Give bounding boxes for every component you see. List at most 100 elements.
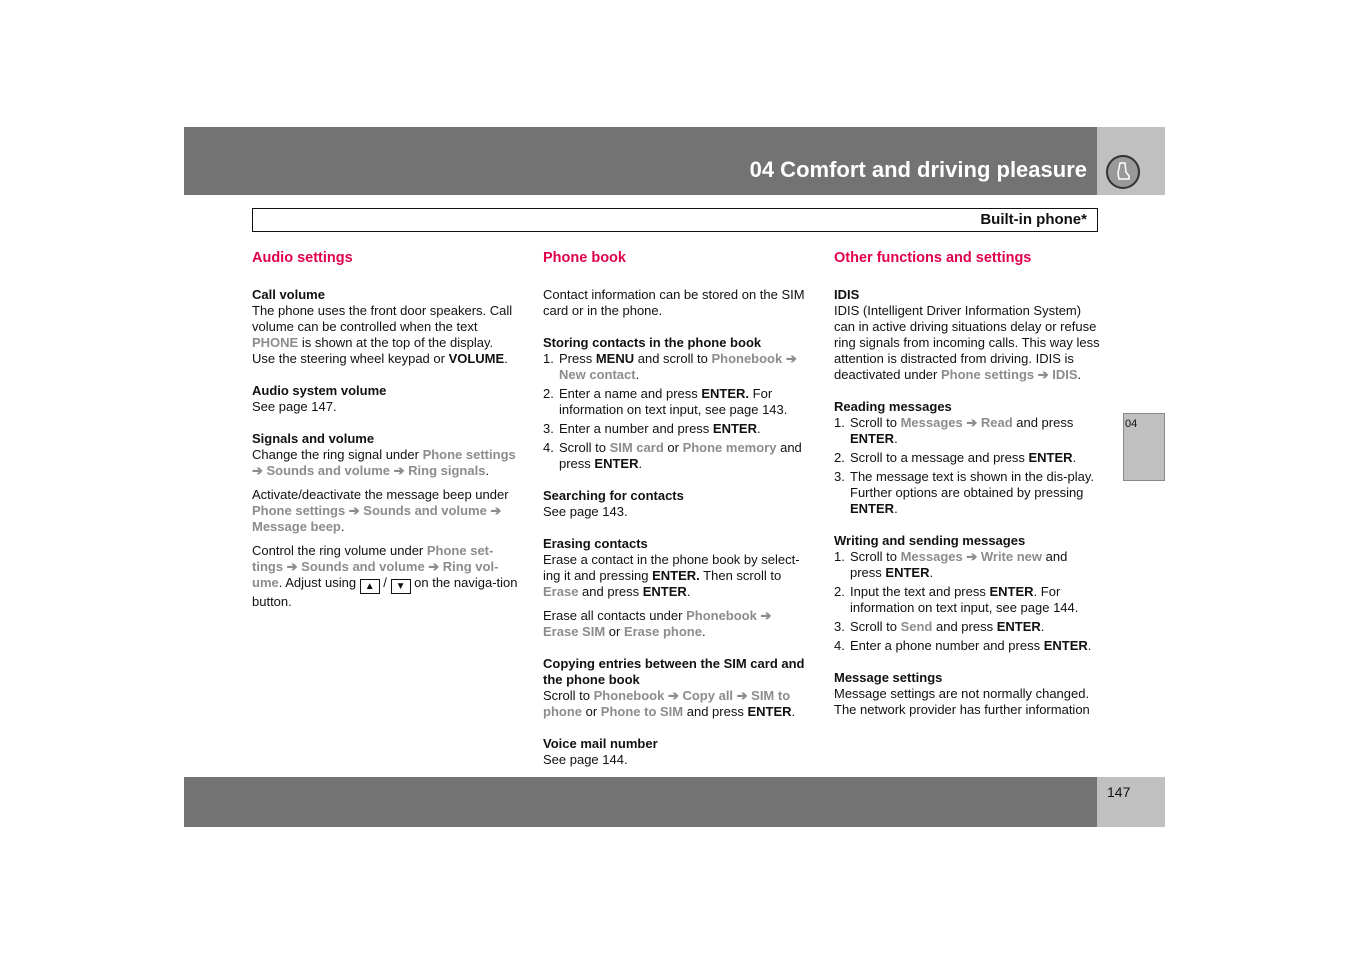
- text: . Adjust using: [278, 575, 360, 590]
- text: Enter a name and press: [559, 386, 702, 401]
- key-label: ENTER: [747, 704, 792, 719]
- text: .: [701, 624, 706, 639]
- key-label: ENTER: [1028, 450, 1073, 465]
- text: Scroll to: [850, 549, 901, 564]
- subheading: Voice mail number: [543, 736, 658, 751]
- list-number: 3.: [834, 619, 845, 634]
- list-number: 2.: [834, 450, 845, 465]
- text: .: [1040, 619, 1045, 634]
- numbered-list: 1. Press MENU and scroll to Phonebook ➔ N…: [543, 351, 809, 472]
- list-item: 1. Press MENU and scroll to Phonebook ➔ N…: [543, 351, 809, 383]
- list-item: 2. Scroll to a message and press ENTER.: [834, 450, 1100, 466]
- paragraph: Control the ring volume under Phone set-…: [252, 543, 518, 610]
- section-title: Built-in phone*: [980, 211, 1087, 228]
- subheading: Signals and volume: [252, 431, 375, 446]
- menu-path: Send: [900, 619, 933, 634]
- text: and press: [683, 704, 748, 719]
- menu-path: PHONE: [252, 335, 299, 350]
- text: .: [894, 501, 898, 516]
- paragraph: Change the ring signal under Phone setti…: [252, 447, 518, 479]
- column-1: Audio settings Call volume The phone uses …: [252, 250, 518, 626]
- menu-path: Phone settings ➔ Sounds and volume ➔ Mes…: [252, 503, 502, 534]
- text: The phone uses the front door speakers. …: [252, 303, 513, 334]
- arrow-up-key-icon: ▲: [359, 579, 380, 594]
- text: .: [894, 431, 898, 446]
- arrow-down-key-icon: ▼: [390, 579, 411, 594]
- section-heading: Audio settings: [252, 250, 353, 266]
- text: The message text is shown in the dis-pla…: [850, 469, 1094, 500]
- list-item: 3. Enter a number and press ENTER.: [543, 421, 809, 437]
- menu-path: Phone memory: [682, 440, 777, 455]
- text: .: [791, 704, 796, 719]
- text: .: [756, 421, 761, 436]
- text: Then scroll to: [699, 568, 782, 583]
- text: Enter a phone number and press: [850, 638, 1044, 653]
- text: .: [686, 584, 691, 599]
- subheading: Audio system volume: [252, 383, 387, 398]
- text: Scroll to: [559, 440, 610, 455]
- text: Erase all contacts under: [543, 608, 687, 623]
- paragraph: Erase all contacts under Phonebook ➔ Era…: [543, 608, 809, 640]
- section-header: Built-in phone*: [252, 208, 1098, 232]
- text: Scroll to: [543, 688, 594, 703]
- text: or: [582, 704, 601, 719]
- subheading: Writing and sending messages: [834, 533, 1026, 548]
- text: .: [485, 463, 490, 478]
- menu-path: Phone to SIM: [600, 704, 684, 719]
- subheading: Message settings: [834, 670, 943, 685]
- text: Contact information can be stored on the…: [543, 287, 805, 318]
- subheading: Copying entries between the SIM card and…: [543, 656, 805, 687]
- text: Scroll to a message and press: [850, 450, 1029, 465]
- text: Enter a number and press: [559, 421, 713, 436]
- menu-path: Erase phone: [623, 624, 702, 639]
- subheading: Reading messages: [834, 399, 952, 414]
- text: .: [638, 456, 643, 471]
- text: See page 147.: [252, 399, 337, 414]
- key-label: ENTER: [594, 456, 639, 471]
- list-item: 3. The message text is shown in the dis-p…: [834, 469, 1100, 517]
- list-number: 4.: [543, 440, 554, 455]
- text: Message settings are not normally change…: [834, 686, 1090, 717]
- seat-icon: [1106, 155, 1140, 189]
- text: Activate/deactivate the message beep und…: [252, 487, 509, 502]
- menu-path: SIM card: [609, 440, 664, 455]
- paragraph: See page 147.: [252, 399, 518, 415]
- key-label: ENTER: [850, 431, 895, 446]
- section-heading: Other functions and settings: [834, 250, 1032, 266]
- paragraph: The phone uses the front door speakers. …: [252, 303, 518, 367]
- text: Scroll to: [850, 619, 901, 634]
- paragraph: Scroll to Phonebook ➔ Copy all ➔ SIM to …: [543, 688, 809, 720]
- menu-path: Messages ➔ Write new: [900, 549, 1043, 564]
- text: /: [379, 575, 391, 590]
- text: and press: [1012, 415, 1074, 430]
- key-label: ENTER: [712, 421, 757, 436]
- text: .: [1077, 367, 1082, 382]
- subheading: Searching for contacts: [543, 488, 684, 503]
- list-number: 4.: [834, 638, 845, 653]
- paragraph: Contact information can be stored on the…: [543, 287, 809, 319]
- list-number: 2.: [834, 584, 845, 599]
- menu-path: Phone settings ➔ IDIS: [940, 367, 1078, 382]
- paragraph: Activate/deactivate the message beep und…: [252, 487, 518, 535]
- key-label: ENTER: [989, 584, 1034, 599]
- text: and press: [932, 619, 997, 634]
- paragraph: Erase a contact in the phone book by sel…: [543, 552, 809, 600]
- subheading: Storing contacts in the phone book: [543, 335, 762, 350]
- list-number: 1.: [543, 351, 554, 366]
- paragraph: Message settings are not normally change…: [834, 686, 1100, 718]
- footer-band: [184, 777, 1097, 827]
- text: .: [1087, 638, 1092, 653]
- subheading: Call volume: [252, 287, 325, 302]
- key-label: ENTER: [1043, 638, 1088, 653]
- list-item: 1. Scroll to Messages ➔ Write new and pre…: [834, 549, 1100, 581]
- key-label: ENTER: [642, 584, 687, 599]
- list-item: 3. Scroll to Send and press ENTER.: [834, 619, 1100, 635]
- numbered-list: 1. Scroll to Messages ➔ Read and press EN…: [834, 415, 1100, 517]
- paragraph: IDIS (Intelligent Driver Information Sys…: [834, 303, 1100, 383]
- chapter-tab-number: 04: [1125, 418, 1138, 430]
- list-item: 2. Input the text and press ENTER. For in…: [834, 584, 1100, 616]
- key-label: ENTER: [850, 501, 895, 516]
- subheading: Erasing contacts: [543, 536, 648, 551]
- list-number: 1.: [834, 549, 845, 564]
- list-number: 3.: [543, 421, 554, 436]
